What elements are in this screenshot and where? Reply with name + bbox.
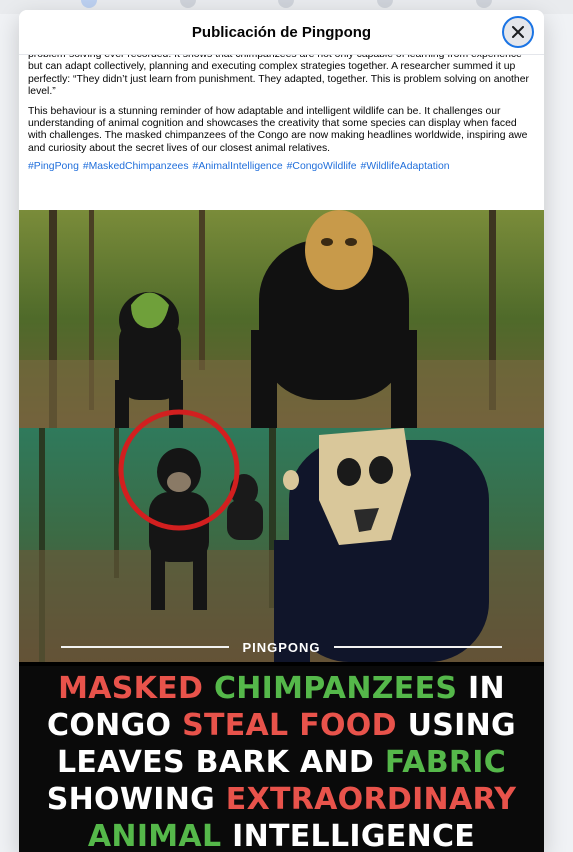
hashtag-link[interactable]: #WildlifeAdaptation [361, 161, 450, 173]
chimpanzee-photo [19, 210, 544, 662]
post-modal: Publicación de Pingpong problem-solving … [19, 10, 544, 852]
modal-scroll-area[interactable]: problem-solving ever recorded. It shows … [19, 55, 544, 852]
caption-word: CHIMPANZEES [213, 671, 458, 706]
brand-divider [334, 646, 502, 648]
caption-line: LEAVES BARK AND FABRIC [19, 744, 544, 781]
close-icon [512, 26, 524, 38]
groups-icon [377, 0, 394, 8]
caption-word: FABRIC [384, 745, 507, 780]
brand-logo: PINGPONG [242, 639, 321, 655]
caption-line: SHOWING EXTRAORDINARY [19, 781, 544, 818]
caption-line: MASKED CHIMPANZEES IN [19, 670, 544, 707]
caption-line: CONGO STEAL FOOD USING [19, 707, 544, 744]
caption-line: ANIMAL INTELLIGENCE [19, 818, 544, 852]
caption-word: IN [468, 671, 505, 706]
caption-word: SHOWING [46, 782, 216, 817]
gaming-icon [475, 0, 492, 8]
hashtag-link[interactable]: #CongoWildlife [287, 161, 357, 173]
marketplace-icon [278, 0, 295, 8]
post-paragraph: This behaviour is a stunning reminder of… [28, 105, 528, 154]
caption-word: USING [407, 708, 516, 743]
caption-word: ANIMAL [87, 819, 222, 852]
home-icon [81, 0, 98, 8]
caption-word: EXTRAORDINARY [225, 782, 517, 817]
caption-word: CONGO [47, 708, 172, 743]
hashtag-link[interactable]: #AnimalIntelligence [193, 161, 283, 173]
hashtag-link[interactable]: #MaskedChimpanzees [83, 161, 189, 173]
video-icon [179, 0, 196, 8]
modal-title: Publicación de Pingpong [191, 23, 372, 41]
caption-word: MASKED [58, 671, 204, 706]
caption-word: INTELLIGENCE [232, 819, 476, 852]
image-caption: MASKED CHIMPANZEES IN CONGO STEAL FOOD U… [19, 666, 544, 852]
caption-word: STEAL FOOD [182, 708, 397, 743]
brand-divider [61, 646, 229, 648]
post-image[interactable]: PINGPONG MASKED CHIMPANZEES IN CONGO STE… [19, 210, 544, 852]
hashtag-link[interactable]: #PingPong [28, 161, 79, 173]
modal-header: Publicación de Pingpong [19, 10, 544, 55]
caption-word: LEAVES BARK AND [56, 745, 375, 780]
close-button[interactable] [502, 16, 534, 48]
post-paragraph: problem-solving ever recorded. It shows … [28, 55, 529, 98]
hashtag-list: #PingPong #MaskedChimpanzees #AnimalInte… [28, 161, 534, 173]
brand-bar: PINGPONG [19, 632, 544, 662]
post-text: problem-solving ever recorded. It shows … [19, 55, 544, 174]
